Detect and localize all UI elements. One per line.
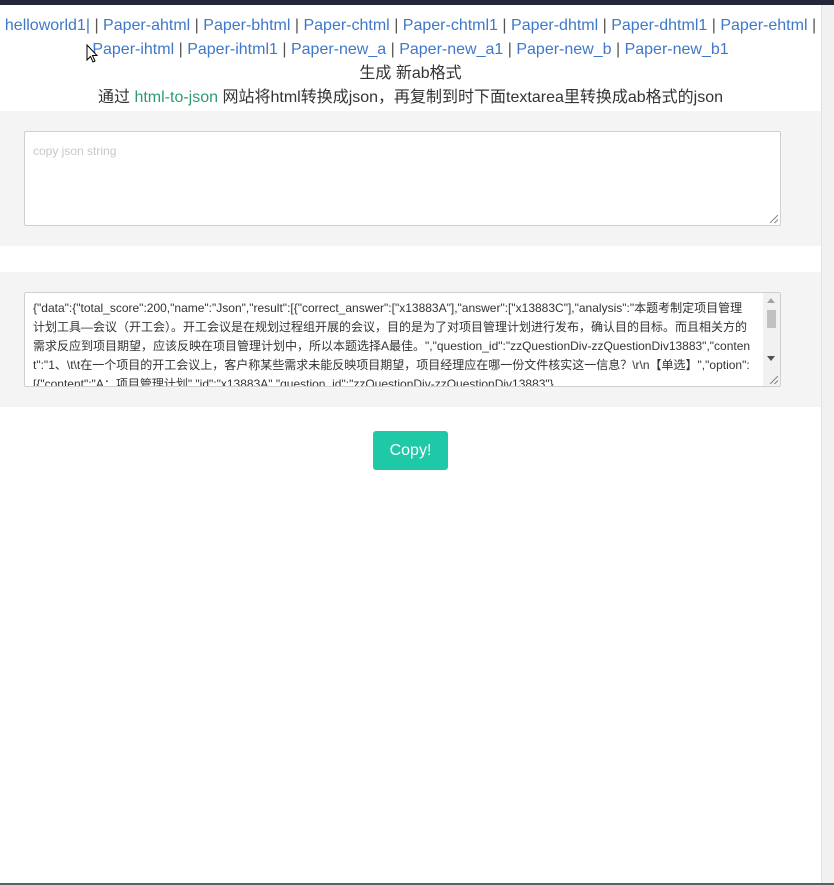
nav-separator: | [502,17,507,34]
resize-handle-icon[interactable] [770,376,778,384]
resize-handle-icon[interactable] [770,215,778,223]
page: helloworld1| | Paper-ahtml | Paper-bhtml… [0,5,821,885]
nav-link-paper-ihtml1[interactable]: Paper-ihtml1 [187,41,278,58]
instruction-suffix: 网站将html转换成json，再复制到时下面textarea里转换成ab格式的j… [222,89,724,106]
copy-button[interactable]: Copy! [373,431,448,470]
nav-link-paper-chtml[interactable]: Paper-chtml [303,17,389,34]
nav-separator: | [507,41,512,58]
nav-separator: | [194,17,199,34]
nav-link-paper-chtml1[interactable]: Paper-chtml1 [403,17,498,34]
scroll-down-arrow-icon[interactable] [767,356,775,361]
instruction-prefix: 通过 [97,89,130,106]
generate-title: 生成 新ab格式 [359,65,462,82]
json-output-text: {"data":{"total_score":200,"name":"Json"… [33,301,751,387]
json-input-placeholder: copy json string [33,144,117,158]
scroll-thumb[interactable] [767,310,776,328]
output-panel: {"data":{"total_score":200,"name":"Json"… [0,272,821,407]
nav-separator: | [178,41,183,58]
textarea-scrollbar[interactable] [763,293,780,386]
nav-separator: | [94,17,99,34]
instruction-line: 通过 html-to-json 网站将html转换成json，再复制到时下面te… [0,86,821,110]
nav-links: helloworld1| | Paper-ahtml | Paper-bhtml… [0,5,821,62]
nav-separator: | [390,41,395,58]
nav-separator: | [811,17,817,34]
nav-link-paper-bhtml[interactable]: Paper-bhtml [203,17,290,34]
scroll-up-arrow-icon[interactable] [767,298,775,303]
mouse-cursor-icon [86,44,98,63]
nav-separator: | [282,41,287,58]
input-panel: copy json string [0,111,821,246]
html-to-json-link[interactable]: html-to-json [134,89,218,106]
nav-link-paper-dhtml[interactable]: Paper-dhtml [511,17,598,34]
nav-separator: | [711,17,716,34]
nav-link-paper-ihtml[interactable]: Paper-ihtml [92,41,174,58]
nav-link-paper-new-a1[interactable]: Paper-new_a1 [399,41,503,58]
nav-link-paper-ehtml[interactable]: Paper-ehtml [720,17,807,34]
nav-link-paper-ahtml[interactable]: Paper-ahtml [103,17,190,34]
nav-separator: | [294,17,300,34]
nav-link-helloworld1[interactable]: helloworld1| [5,17,90,34]
nav-separator: | [602,17,607,34]
nav-link-paper-new-b[interactable]: Paper-new_b [516,41,611,58]
json-output-textarea[interactable]: {"data":{"total_score":200,"name":"Json"… [24,292,781,387]
nav-link-paper-dhtml1[interactable]: Paper-dhtml1 [611,17,707,34]
nav-link-paper-new-a[interactable]: Paper-new_a [291,41,386,58]
json-input-textarea[interactable]: copy json string [24,131,781,226]
nav-link-paper-new-b1[interactable]: Paper-new_b1 [625,41,729,58]
nav-separator: | [615,41,621,58]
page-scrollbar[interactable] [821,5,834,885]
nav-separator: | [394,17,399,34]
